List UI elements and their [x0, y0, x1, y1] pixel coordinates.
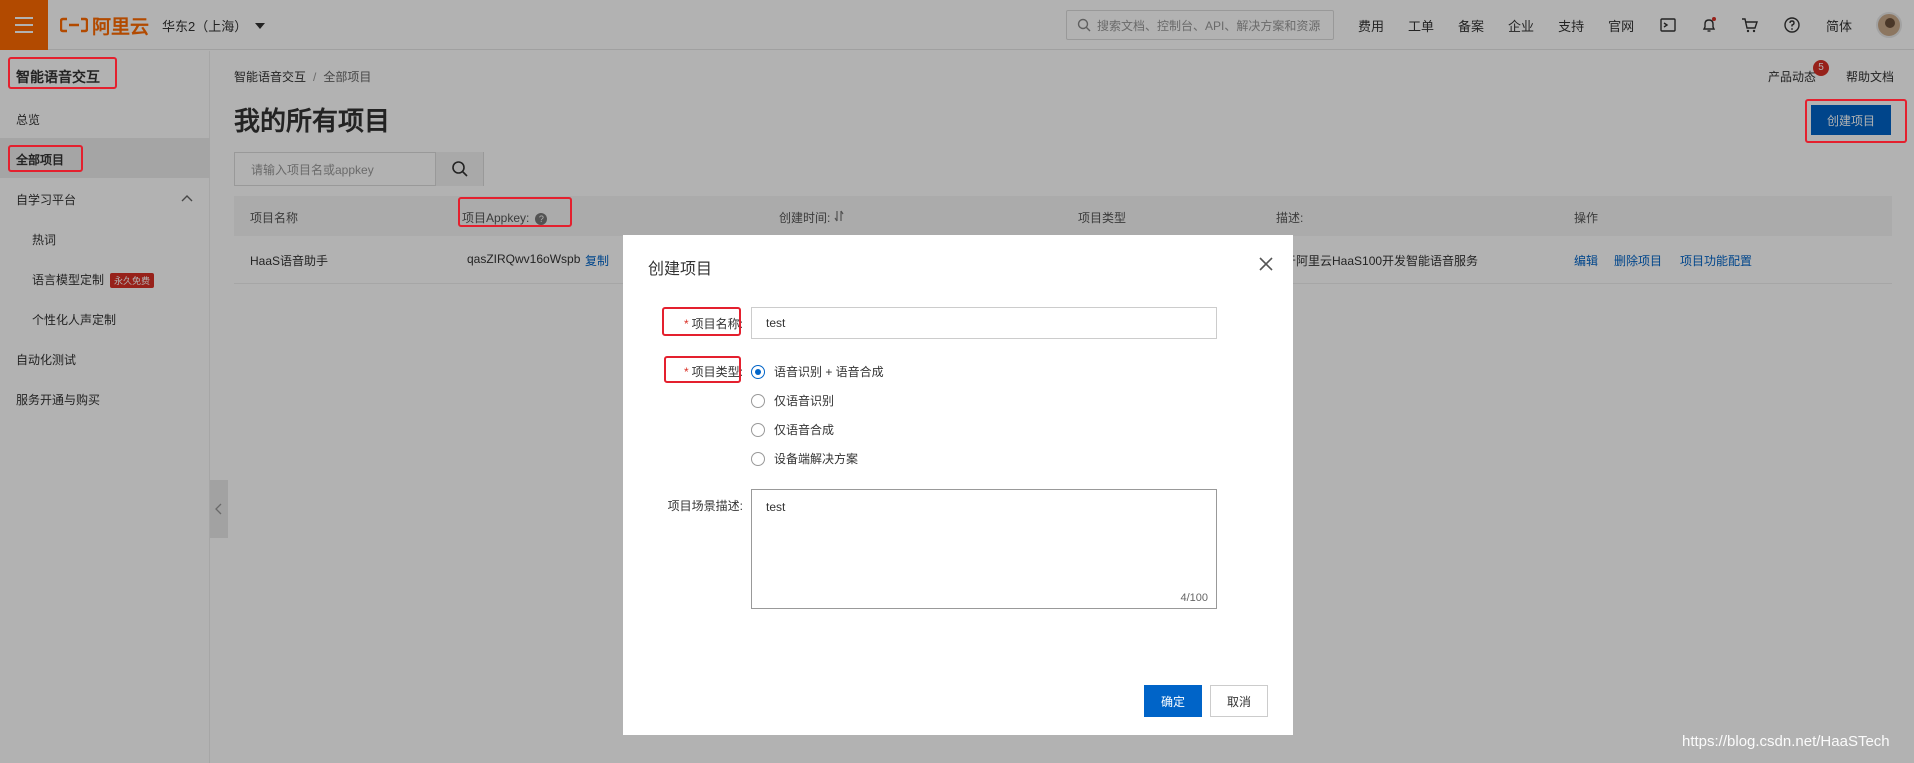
- type-label-text: 项目类型:: [691, 365, 743, 379]
- required-mark: *: [683, 317, 689, 331]
- type-option-label: 仅语音合成: [774, 423, 835, 437]
- name-label: * 项目名称:: [663, 315, 743, 332]
- cancel-button[interactable]: 取消: [1210, 685, 1268, 717]
- dialog-title: 创建项目: [648, 261, 713, 278]
- project-description-textarea[interactable]: test 4/100: [751, 489, 1217, 609]
- project-name-input[interactable]: test: [751, 307, 1217, 339]
- type-option-asr[interactable]: 仅语音识别: [751, 392, 834, 409]
- description-value: test: [766, 500, 786, 514]
- type-option-label: 语音识别 + 语音合成: [774, 365, 884, 379]
- type-option-tts[interactable]: 仅语音合成: [751, 421, 834, 438]
- close-icon[interactable]: [1257, 255, 1275, 273]
- type-label: * 项目类型:: [663, 363, 743, 380]
- project-name-value: test: [766, 316, 786, 330]
- radio-unchecked[interactable]: [751, 393, 765, 408]
- type-option-label: 仅语音识别: [774, 394, 835, 408]
- required-mark: *: [683, 365, 689, 379]
- desc-label: 项目场景描述:: [667, 499, 743, 513]
- confirm-button[interactable]: 确定: [1144, 685, 1202, 717]
- char-counter: 4/100: [1180, 592, 1208, 604]
- radio-checked[interactable]: [751, 364, 765, 379]
- type-option-device[interactable]: 设备端解决方案: [751, 450, 858, 467]
- name-label-text: 项目名称:: [691, 317, 743, 331]
- create-project-dialog: 创建项目 * 项目名称: test * 项目类型: 语音识别 + 语音合成 仅语音识…: [623, 235, 1293, 735]
- watermark: https://blog.csdn.net/HaaSTech: [1682, 733, 1890, 750]
- radio-unchecked[interactable]: [751, 422, 765, 437]
- type-option-asr-tts[interactable]: 语音识别 + 语音合成: [751, 363, 884, 380]
- radio-unchecked[interactable]: [751, 451, 765, 466]
- type-option-label: 设备端解决方案: [774, 452, 859, 466]
